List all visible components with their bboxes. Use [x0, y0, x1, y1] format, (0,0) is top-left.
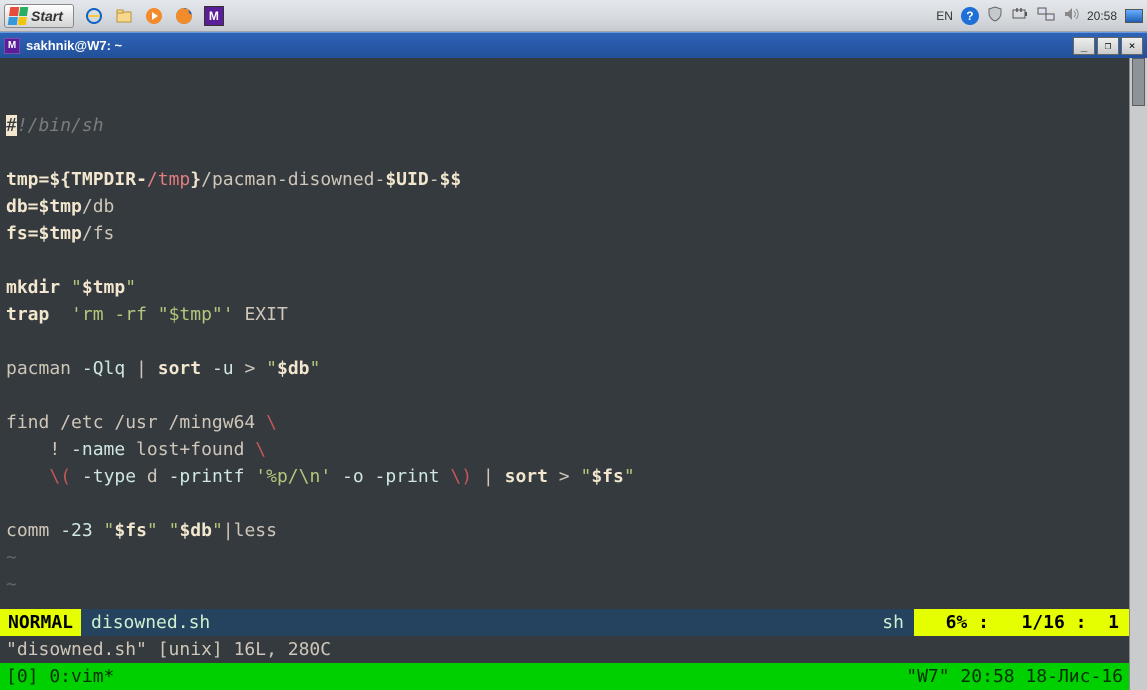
vim-filetype: sh	[220, 609, 914, 636]
vim-filename: disowned.sh	[81, 609, 220, 636]
explorer-icon[interactable]	[114, 6, 134, 26]
show-desktop-icon[interactable]	[1125, 9, 1143, 23]
vim-mode: NORMAL	[0, 609, 81, 636]
help-icon[interactable]: ?	[961, 7, 979, 25]
scrollbar-thumb[interactable]	[1132, 58, 1145, 106]
media-player-icon[interactable]	[144, 6, 164, 26]
shield-icon[interactable]	[987, 6, 1003, 25]
windows-taskbar: Start EN ? 20:58	[0, 0, 1147, 32]
tmux-statusline: [0] 0:vim* "W7" 20:58 18-Лис-16	[0, 663, 1129, 690]
minimize-button[interactable]: _	[1073, 37, 1095, 55]
code-content: #!/bin/sh tmp=${TMPDIR-/tmp}/pacman-diso…	[0, 112, 1129, 625]
firefox-icon[interactable]	[174, 6, 194, 26]
window-titlebar[interactable]: sakhnik@W7: ~ _ ❐ ×	[0, 32, 1147, 58]
window-icon	[4, 38, 20, 54]
code-editor[interactable]: #!/bin/sh tmp=${TMPDIR-/tmp}/pacman-diso…	[0, 58, 1129, 690]
quick-launch	[84, 6, 224, 26]
ie-icon[interactable]	[84, 6, 104, 26]
tmux-session: [0] 0:vim*	[6, 663, 114, 690]
tmux-right: "W7" 20:58 18-Лис-16	[906, 663, 1123, 690]
window-controls: _ ❐ ×	[1073, 37, 1143, 55]
window-title: sakhnik@W7: ~	[26, 38, 122, 53]
power-icon[interactable]	[1011, 6, 1029, 25]
windows-logo-icon	[8, 7, 29, 25]
editor-area: #!/bin/sh tmp=${TMPDIR-/tmp}/pacman-diso…	[0, 58, 1147, 690]
close-button[interactable]: ×	[1121, 37, 1143, 55]
system-tray: EN ? 20:58	[936, 6, 1143, 25]
vertical-scrollbar[interactable]	[1129, 58, 1147, 690]
vim-position: 6% : 1/16 : 1	[914, 609, 1129, 636]
start-label: Start	[31, 8, 63, 24]
volume-icon[interactable]	[1063, 6, 1079, 25]
maximize-button[interactable]: ❐	[1097, 37, 1119, 55]
language-indicator[interactable]: EN	[936, 9, 953, 23]
msys-icon[interactable]	[204, 6, 224, 26]
network-icon[interactable]	[1037, 6, 1055, 25]
vim-message-line: "disowned.sh" [unix] 16L, 280C	[0, 636, 1129, 663]
start-button[interactable]: Start	[4, 4, 74, 28]
taskbar-clock[interactable]: 20:58	[1087, 9, 1117, 23]
vim-statusline: NORMAL disowned.sh sh 6% : 1/16 : 1	[0, 609, 1129, 636]
